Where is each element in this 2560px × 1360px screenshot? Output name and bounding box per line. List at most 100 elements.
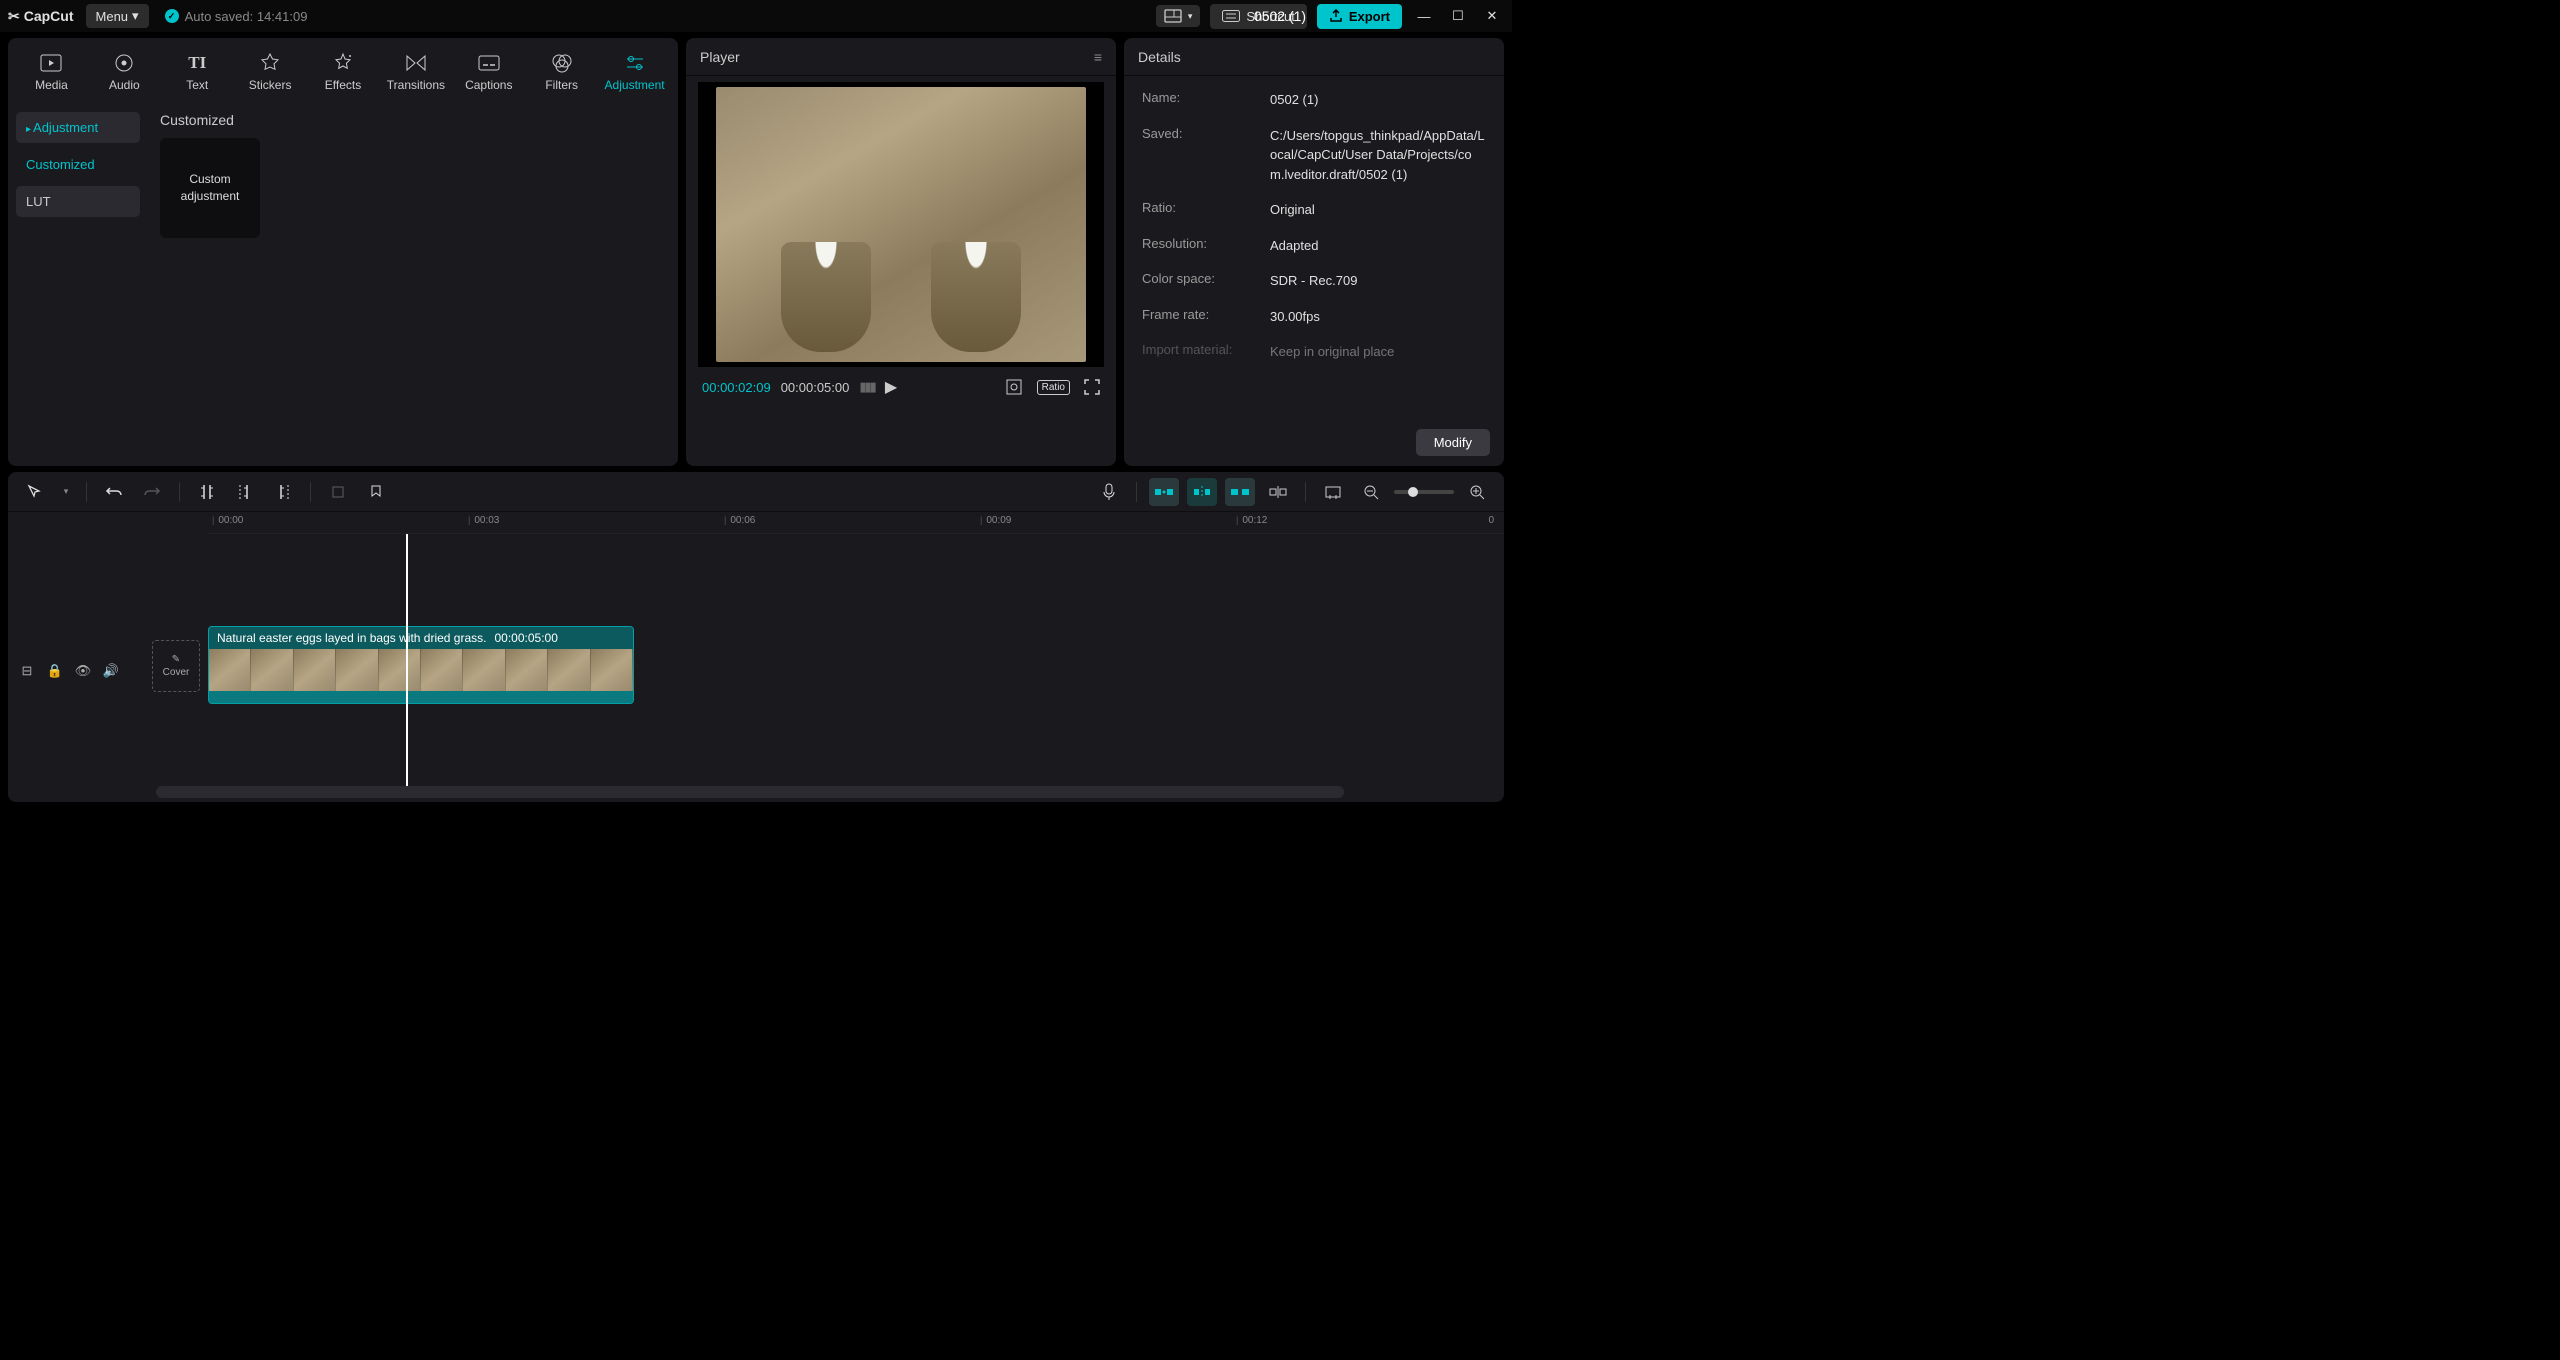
ruler-mark: 00:12 bbox=[1236, 515, 1267, 526]
redo-button[interactable] bbox=[137, 478, 167, 506]
tab-captions[interactable]: Captions bbox=[455, 46, 522, 98]
tab-text[interactable]: TIText bbox=[164, 46, 231, 98]
audio-icon bbox=[112, 52, 136, 74]
crop-button[interactable] bbox=[323, 478, 353, 506]
export-button[interactable]: Export bbox=[1317, 4, 1402, 29]
timeline-toolbar: ▾ bbox=[8, 472, 1504, 512]
detail-colorspace-value: SDR - Rec.709 bbox=[1270, 271, 1486, 291]
player-title: Player bbox=[700, 49, 740, 65]
undo-button[interactable] bbox=[99, 478, 129, 506]
focus-icon[interactable] bbox=[1005, 378, 1023, 396]
fullscreen-icon[interactable] bbox=[1084, 379, 1100, 395]
detail-name-value: 0502 (1) bbox=[1270, 90, 1486, 110]
split-button[interactable] bbox=[192, 478, 222, 506]
time-current: 00:00:02:09 bbox=[702, 380, 771, 395]
chevron-down-icon: ▾ bbox=[1188, 11, 1193, 22]
custom-adjustment-card[interactable]: Custom adjustment bbox=[160, 138, 260, 238]
ruler-end: 0 bbox=[1488, 515, 1494, 526]
layout-icon bbox=[1164, 9, 1182, 23]
player-panel: Player ≡ 00:00:02:09 00:00:05:00 ▮▮▮ ▶ R… bbox=[686, 38, 1116, 466]
sidebar-item-adjustment[interactable]: ▸Adjustment bbox=[16, 112, 140, 143]
timeline-tracks[interactable]: ⊟ 🔒 👁 🔊 ✎ Cover Natural easter eggs laye… bbox=[8, 534, 1504, 786]
detail-saved-value: C:/Users/topgus_thinkpad/AppData/Local/C… bbox=[1270, 126, 1486, 185]
tab-transitions[interactable]: Transitions bbox=[382, 46, 449, 98]
clear-button[interactable] bbox=[1318, 478, 1348, 506]
select-dropdown[interactable]: ▾ bbox=[58, 478, 74, 506]
magnet-track-button[interactable] bbox=[1187, 478, 1217, 506]
tab-adjustment[interactable]: Adjustment bbox=[601, 46, 668, 98]
mic-button[interactable] bbox=[1094, 478, 1124, 506]
tab-stickers[interactable]: Stickers bbox=[237, 46, 304, 98]
sidebar-item-lut[interactable]: LUT bbox=[16, 186, 140, 217]
track-controls: ⊟ 🔒 👁 🔊 bbox=[18, 662, 120, 680]
timeline-ruler[interactable]: 00:00 00:03 00:06 00:09 00:12 0 bbox=[208, 512, 1504, 534]
window-close[interactable]: ✕ bbox=[1480, 4, 1504, 28]
speaker-icon[interactable]: 🔊 bbox=[102, 662, 120, 680]
effects-icon bbox=[331, 52, 355, 74]
lock-icon[interactable]: 🔒 bbox=[46, 662, 64, 680]
modify-button[interactable]: Modify bbox=[1416, 429, 1490, 456]
adjustment-content: Customized Custom adjustment bbox=[148, 102, 678, 466]
pencil-icon: ✎ bbox=[172, 654, 180, 665]
play-icon[interactable]: ▶ bbox=[885, 377, 897, 397]
tab-row: Media Audio TIText Stickers Effects Tran… bbox=[8, 38, 678, 102]
player-menu-icon[interactable]: ≡ bbox=[1094, 49, 1102, 65]
columns-icon[interactable]: ▮▮▮ bbox=[859, 379, 874, 395]
playhead[interactable] bbox=[406, 534, 408, 786]
export-label: Export bbox=[1349, 9, 1390, 24]
clip-audio-wave bbox=[209, 691, 633, 703]
tab-filters[interactable]: Filters bbox=[528, 46, 595, 98]
text-icon: TI bbox=[185, 52, 209, 74]
app-logo: ✂ CapCut bbox=[8, 8, 74, 25]
check-icon: ✓ bbox=[165, 9, 179, 23]
chevron-down-icon: ▾ bbox=[132, 8, 139, 24]
autosave-status: ✓ Auto saved: 14:41:09 bbox=[165, 9, 308, 24]
time-total: 00:00:05:00 bbox=[781, 380, 850, 395]
select-tool[interactable] bbox=[20, 478, 50, 506]
preview-axis-button[interactable] bbox=[1263, 478, 1293, 506]
zoom-out-button[interactable] bbox=[1356, 478, 1386, 506]
detail-ratio-value: Original bbox=[1270, 200, 1486, 220]
timeline-scrollbar[interactable] bbox=[156, 786, 1344, 798]
layout-button[interactable]: ▾ bbox=[1156, 5, 1201, 27]
detail-ratio-key: Ratio: bbox=[1142, 200, 1270, 220]
menu-button[interactable]: Menu ▾ bbox=[86, 4, 149, 28]
detail-saved-key: Saved: bbox=[1142, 126, 1270, 185]
tab-audio[interactable]: Audio bbox=[91, 46, 158, 98]
app-name: CapCut bbox=[24, 8, 74, 24]
zoom-in-button[interactable] bbox=[1462, 478, 1492, 506]
keyboard-icon bbox=[1222, 10, 1240, 22]
linkage-button[interactable] bbox=[1225, 478, 1255, 506]
zoom-slider[interactable] bbox=[1394, 490, 1454, 494]
detail-colorspace-key: Color space: bbox=[1142, 271, 1270, 291]
magnet-main-button[interactable] bbox=[1149, 478, 1179, 506]
marker-button[interactable] bbox=[361, 478, 391, 506]
eye-icon[interactable]: 👁 bbox=[74, 662, 92, 680]
sidebar-item-customized[interactable]: Customized bbox=[16, 149, 140, 180]
titlebar: ✂ CapCut Menu ▾ ✓ Auto saved: 14:41:09 0… bbox=[0, 0, 1512, 32]
filters-icon bbox=[550, 52, 574, 74]
detail-framerate-value: 30.00fps bbox=[1270, 307, 1486, 327]
autosave-text: Auto saved: 14:41:09 bbox=[185, 9, 308, 24]
project-title: 0502 (1) bbox=[1254, 8, 1306, 24]
collapse-icon[interactable]: ⊟ bbox=[18, 662, 36, 680]
video-clip[interactable]: Natural easter eggs layed in bags with d… bbox=[208, 626, 634, 704]
ratio-button[interactable]: Ratio bbox=[1037, 380, 1070, 395]
tab-effects[interactable]: Effects bbox=[310, 46, 377, 98]
media-icon bbox=[39, 52, 63, 74]
window-minimize[interactable]: — bbox=[1412, 4, 1436, 28]
scissors-icon: ✂ bbox=[8, 8, 20, 25]
adjustment-icon bbox=[623, 52, 647, 74]
media-panel: Media Audio TIText Stickers Effects Tran… bbox=[8, 38, 678, 466]
window-maximize[interactable]: ☐ bbox=[1446, 4, 1470, 28]
transitions-icon bbox=[404, 52, 428, 74]
stickers-icon bbox=[258, 52, 282, 74]
tab-media[interactable]: Media bbox=[18, 46, 85, 98]
video-preview[interactable] bbox=[698, 82, 1104, 367]
ruler-mark: 00:00 bbox=[212, 515, 243, 526]
delete-left-button[interactable] bbox=[230, 478, 260, 506]
delete-right-button[interactable] bbox=[268, 478, 298, 506]
cover-button[interactable]: ✎ Cover bbox=[152, 640, 200, 692]
menu-label: Menu bbox=[96, 9, 129, 24]
export-icon bbox=[1329, 9, 1343, 23]
